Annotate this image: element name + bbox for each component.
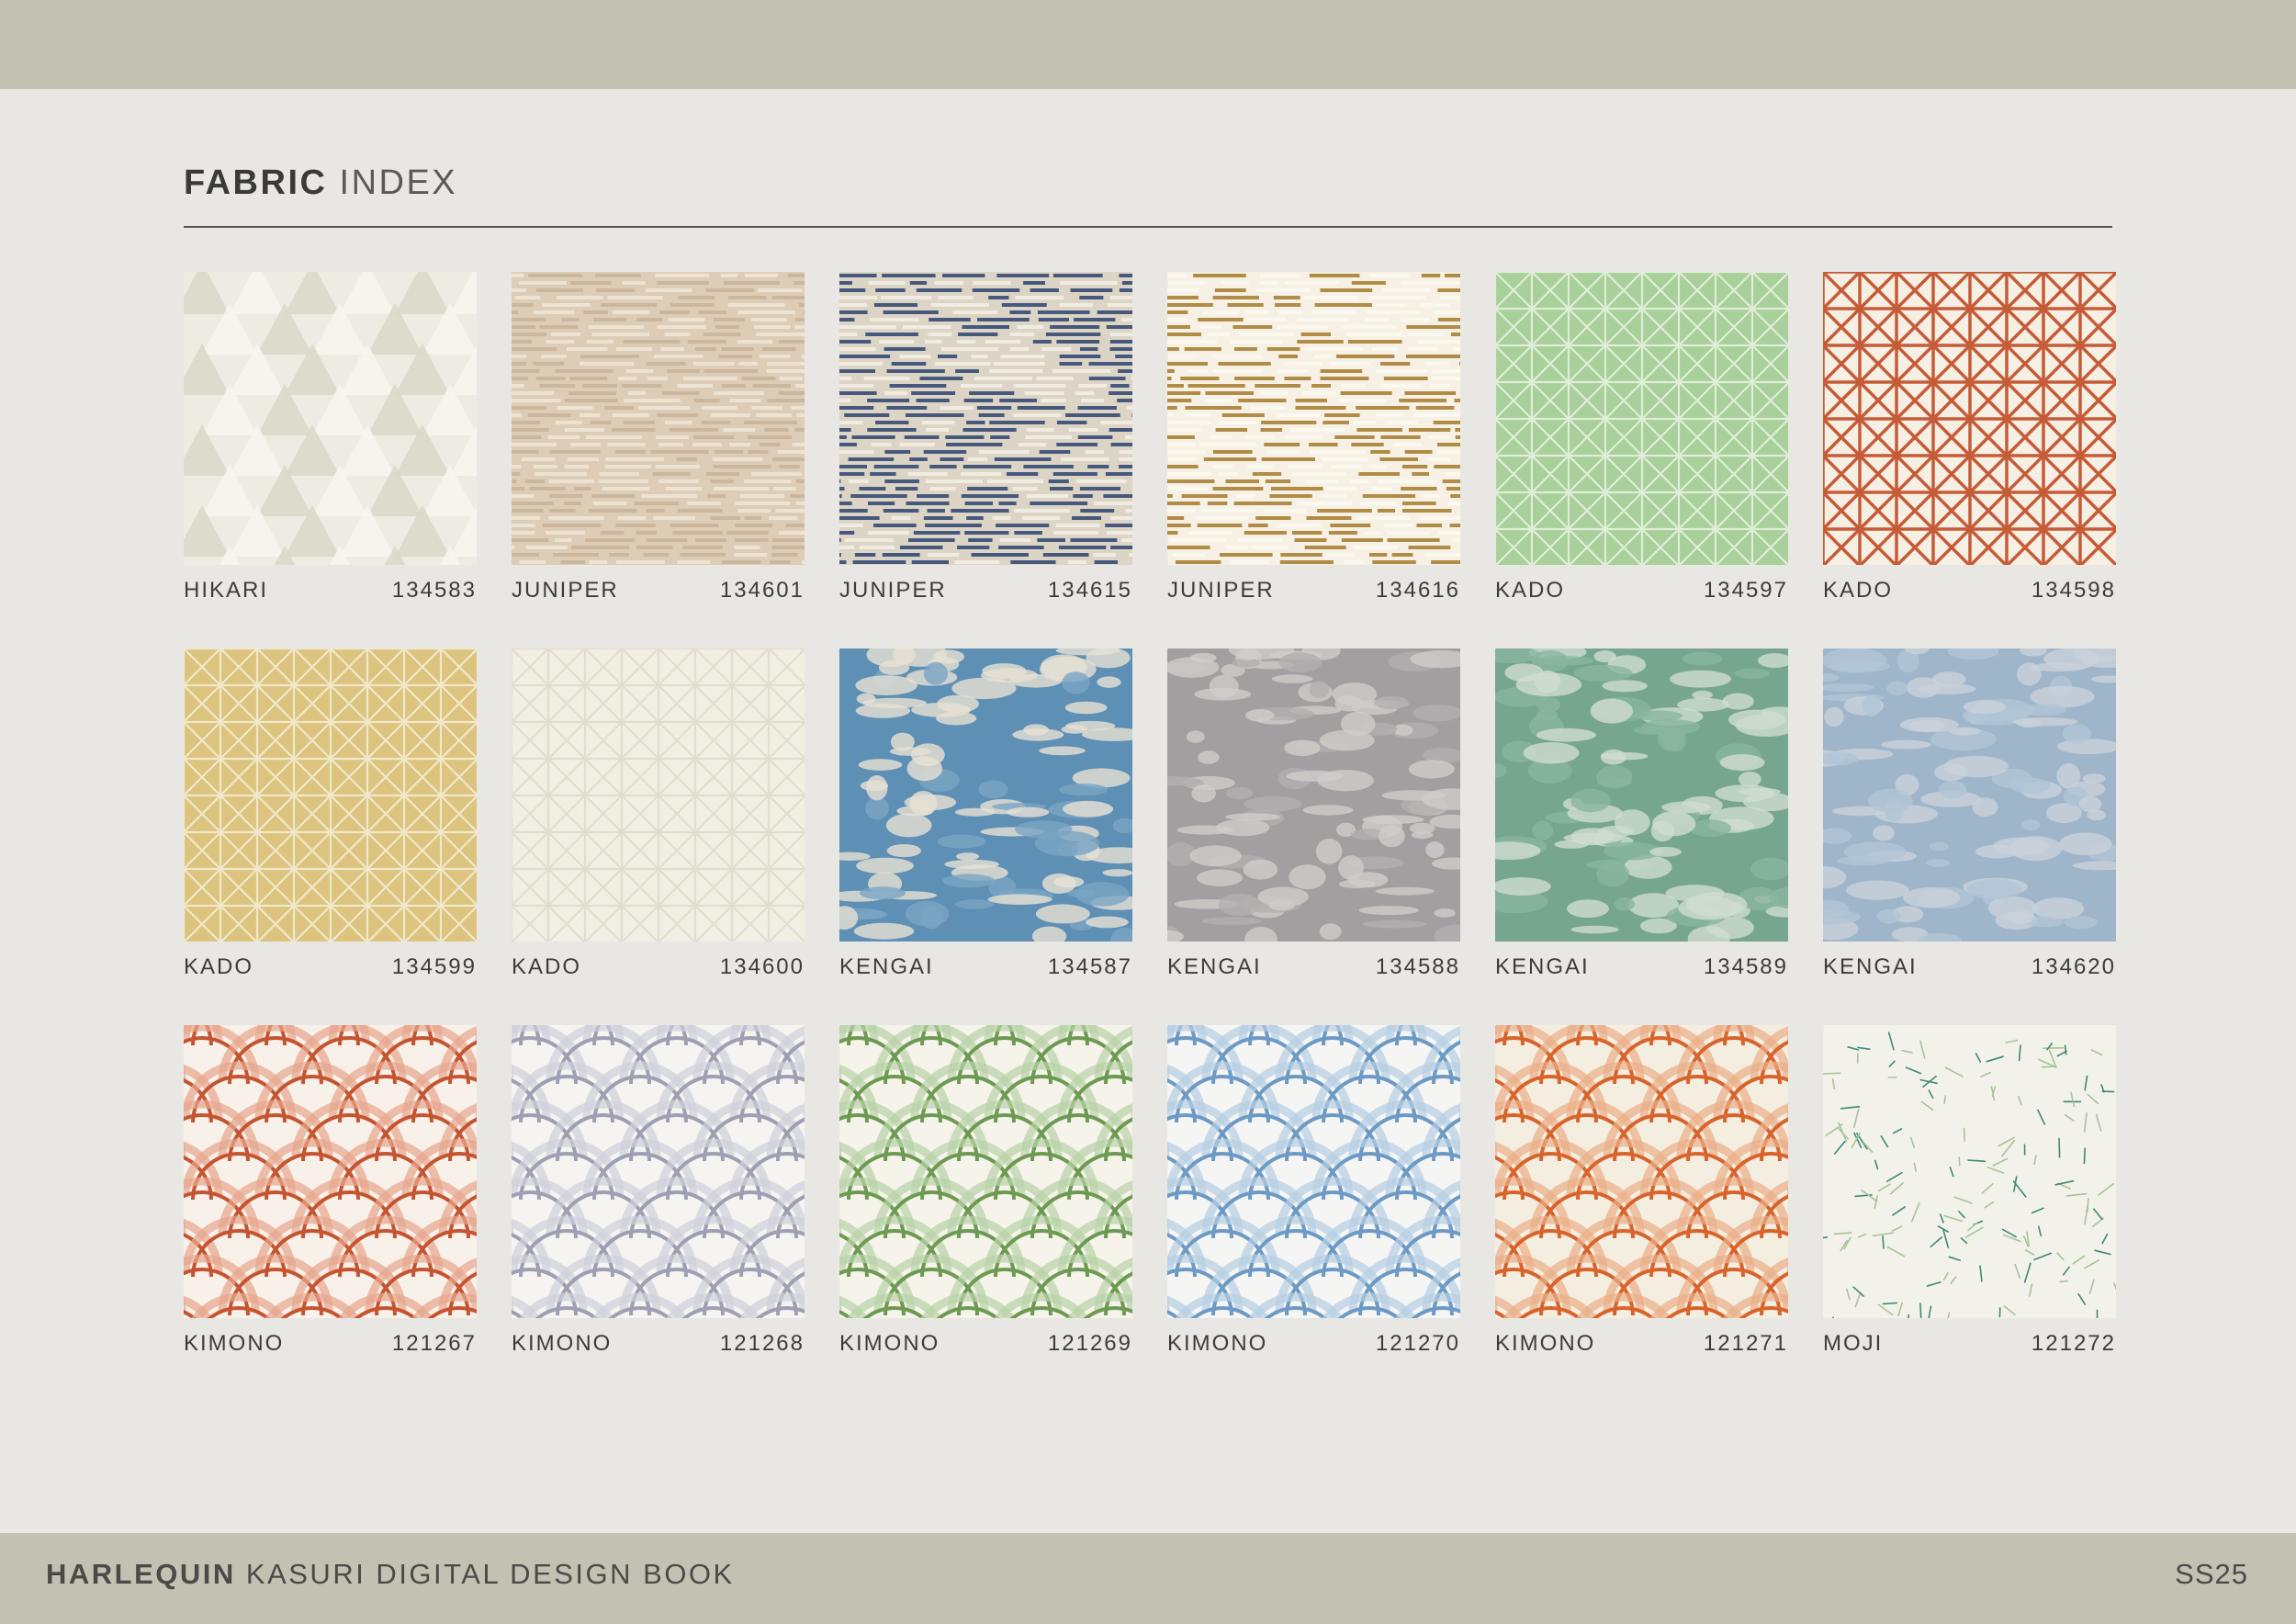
page-title-bold: FABRIC [184, 164, 328, 202]
fabric-name: MOJI [1823, 1331, 1884, 1356]
fabric-card: KADO 134600 [512, 648, 805, 980]
fabric-name: KADO [1495, 578, 1566, 603]
fabric-caption: KADO 134597 [1495, 578, 1788, 603]
fabric-swatch-image [1167, 272, 1460, 565]
fabric-card: KENGAI 134588 [1167, 648, 1460, 980]
fabric-caption: KENGAI 134589 [1495, 954, 1788, 980]
fabric-card: KIMONO 121268 [512, 1025, 805, 1357]
fabric-caption: KADO 134599 [184, 954, 477, 980]
fabric-code: 134587 [1047, 954, 1132, 979]
fabric-caption: KIMONO 121271 [1495, 1331, 1788, 1357]
fabric-code: 121268 [719, 1331, 805, 1356]
fabric-code: 134589 [1703, 954, 1788, 979]
fabric-name: HIKARI [184, 578, 269, 603]
fabric-code: 134583 [391, 578, 477, 603]
fabric-swatch-image [1495, 1025, 1788, 1318]
fabric-card: JUNIPER 134616 [1167, 272, 1460, 603]
fabric-card: MOJI 121272 [1823, 1025, 2116, 1357]
fabric-name: KADO [184, 954, 254, 979]
fabric-card: KENGAI 134589 [1495, 648, 1788, 980]
fabric-name: KADO [1823, 578, 1894, 603]
footer-season: SS25 [2175, 1558, 2248, 1590]
fabric-name: KIMONO [1167, 1331, 1268, 1356]
fabric-swatch-image [1823, 1025, 2116, 1318]
fabric-card: JUNIPER 134601 [512, 272, 805, 603]
fabric-swatch-image [1823, 648, 2116, 942]
fabric-swatch-image [184, 1025, 477, 1318]
fabric-name: KENGAI [1167, 954, 1262, 979]
fabric-caption: MOJI 121272 [1823, 1331, 2116, 1357]
fabric-card: KADO 134597 [1495, 272, 1788, 603]
fabric-card: KIMONO 121269 [839, 1025, 1132, 1357]
fabric-name: KENGAI [1823, 954, 1918, 979]
fabric-code: 121271 [1703, 1331, 1788, 1356]
fabric-caption: JUNIPER 134601 [512, 578, 805, 603]
fabric-code: 134597 [1703, 578, 1788, 603]
fabric-name: KIMONO [1495, 1331, 1596, 1356]
fabric-caption: KADO 134600 [512, 954, 805, 980]
footer-brand: HARLEQUIN [46, 1558, 236, 1590]
fabric-code: 134620 [2031, 954, 2116, 979]
fabric-name: JUNIPER [839, 578, 947, 603]
fabric-card: KENGAI 134620 [1823, 648, 2116, 980]
fabric-name: KENGAI [839, 954, 934, 979]
fabric-card: KENGAI 134587 [839, 648, 1132, 980]
fabric-caption: KENGAI 134620 [1823, 954, 2116, 980]
fabric-swatch-image [512, 1025, 805, 1318]
fabric-swatch-image [512, 272, 805, 565]
fabric-caption: KADO 134598 [1823, 578, 2116, 603]
fabric-code: 134588 [1375, 954, 1460, 979]
fabric-caption: KIMONO 121269 [839, 1331, 1132, 1357]
fabric-caption: KIMONO 121268 [512, 1331, 805, 1357]
fabric-caption: KENGAI 134587 [839, 954, 1132, 980]
fabric-code: 134598 [2031, 578, 2116, 603]
fabric-caption: KENGAI 134588 [1167, 954, 1460, 980]
fabric-code: 121267 [391, 1331, 477, 1356]
fabric-swatch-image [1823, 272, 2116, 565]
fabric-swatch-image [1167, 648, 1460, 942]
fabric-caption: KIMONO 121267 [184, 1331, 477, 1357]
fabric-name: JUNIPER [512, 578, 619, 603]
fabric-swatch-image [512, 648, 805, 942]
fabric-swatch-image [1495, 272, 1788, 565]
fabric-caption: KIMONO 121270 [1167, 1331, 1460, 1357]
fabric-card: KADO 134598 [1823, 272, 2116, 603]
fabric-name: JUNIPER [1167, 578, 1275, 603]
fabric-name: KENGAI [1495, 954, 1590, 979]
fabric-card: HIKARI 134583 [184, 272, 477, 603]
fabric-code: 121272 [2031, 1331, 2116, 1356]
fabric-code: 134599 [391, 954, 477, 979]
fabric-name: KIMONO [512, 1331, 613, 1356]
fabric-card: KIMONO 121267 [184, 1025, 477, 1357]
fabric-code: 134615 [1047, 578, 1132, 603]
fabric-code: 134601 [719, 578, 805, 603]
fabric-name: KIMONO [839, 1331, 940, 1356]
title-divider [184, 226, 2112, 228]
fabric-swatch-image [1167, 1025, 1460, 1318]
fabric-caption: JUNIPER 134615 [839, 578, 1132, 603]
fabric-code: 121269 [1047, 1331, 1132, 1356]
fabric-swatch-image [184, 272, 477, 565]
fabric-caption: JUNIPER 134616 [1167, 578, 1460, 603]
fabric-swatch-image [1495, 648, 1788, 942]
fabric-code: 134600 [719, 954, 805, 979]
fabric-name: KIMONO [184, 1331, 285, 1356]
page-title: FABRIC INDEX [184, 164, 457, 203]
top-band [0, 0, 2296, 89]
page-title-light: INDEX [339, 164, 458, 202]
fabric-swatch-image [839, 648, 1132, 942]
fabric-card: JUNIPER 134615 [839, 272, 1132, 603]
fabric-card: KIMONO 121270 [1167, 1025, 1460, 1357]
fabric-name: KADO [512, 954, 582, 979]
fabric-code: 134616 [1375, 578, 1460, 603]
fabric-swatch-image [839, 272, 1132, 565]
fabric-caption: HIKARI 134583 [184, 578, 477, 603]
fabric-card: KADO 134599 [184, 648, 477, 980]
fabric-code: 121270 [1375, 1331, 1460, 1356]
fabric-card: KIMONO 121271 [1495, 1025, 1788, 1357]
fabric-swatch-image [839, 1025, 1132, 1318]
footer-book-title: KASURI DIGITAL DESIGN BOOK [245, 1558, 735, 1590]
fabric-swatch-image [184, 648, 477, 942]
footer-title: HARLEQUIN KASURI DIGITAL DESIGN BOOK [46, 1558, 735, 1591]
